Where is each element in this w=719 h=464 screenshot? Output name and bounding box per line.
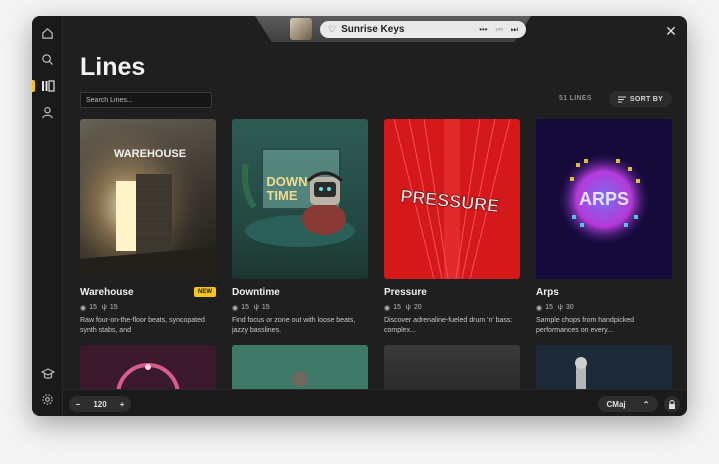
library-icon[interactable] [39, 77, 56, 94]
card-row2-2[interactable] [232, 345, 368, 389]
tempo-control: − 120 + [69, 396, 131, 412]
now-playing-bar[interactable]: ♡ Sunrise Keys ••• ⏮ ⏭ [320, 21, 526, 38]
samples-count: 15 [109, 304, 118, 311]
new-badge: NEW [194, 287, 216, 297]
card-title[interactable]: Pressure [384, 287, 520, 299]
sidebar-active-indicator [32, 80, 35, 92]
packs-icon: ◉ [232, 304, 239, 312]
tempo-increase-button[interactable]: + [120, 400, 125, 409]
card-meta: ◉ 15 ψ 15 [80, 303, 216, 312]
more-icon[interactable]: ••• [479, 25, 487, 35]
samples-icon: ψ [557, 304, 563, 311]
card-meta: ◉ 15 ψ 30 [536, 303, 672, 312]
card-artwork[interactable]: PRESSURE [384, 119, 520, 279]
card-downtime[interactable]: DOWN TIME Downtime ◉ 15 ψ 15 Find focus … [232, 119, 368, 336]
card-description: Raw four-on-the-floor beats, syncopated … [80, 317, 205, 334]
card-meta: ◉ 15 ψ 15 [232, 303, 368, 312]
card-row2-1[interactable] [80, 345, 216, 389]
samples-count: 20 [413, 304, 422, 311]
card-meta: ◉ 15 ψ 20 [384, 303, 520, 312]
card-arps[interactable]: ARPS Arps ◉ 15 ψ 30 Sample chops from ha… [536, 119, 672, 336]
bottom-bar: − 120 + CMaj ⌃ [63, 389, 687, 416]
home-icon[interactable] [39, 25, 56, 42]
next-icon[interactable]: ⏭ [511, 25, 518, 35]
card-title[interactable]: Downtime [232, 287, 368, 299]
packs-icon: ◉ [384, 304, 391, 312]
downtime-sign-2: TIME [266, 188, 297, 203]
packs-count: 15 [89, 304, 97, 311]
card-description: Discover adrenaline-fueled drum 'n' bass… [384, 317, 513, 334]
lock-icon[interactable] [664, 396, 680, 412]
card-pressure[interactable]: PRESSURE Pressure ◉ 15 ψ 20 Discover adr… [384, 119, 520, 336]
packs-count: 15 [393, 304, 401, 311]
search-input[interactable] [80, 92, 212, 108]
card-artwork[interactable]: WAREHOUSE [80, 119, 216, 279]
user-icon[interactable] [39, 104, 56, 121]
samples-icon: ψ [405, 304, 411, 311]
close-icon[interactable]: ✕ [664, 24, 678, 38]
packs-icon: ◉ [80, 304, 87, 312]
graduation-cap-icon[interactable] [39, 365, 56, 382]
app-window: ♡ Sunrise Keys ••• ⏮ ⏭ ✕ Lines 51 LINES … [32, 16, 687, 416]
main-content: ♡ Sunrise Keys ••• ⏮ ⏭ ✕ Lines 51 LINES … [63, 16, 687, 389]
card-row2-4[interactable] [536, 345, 672, 389]
card-description: Sample chops from handpicked performance… [536, 317, 635, 334]
arps-sign: ARPS [579, 189, 629, 209]
samples-icon: ψ [101, 304, 107, 311]
packs-icon: ◉ [536, 304, 543, 312]
packs-count: 15 [545, 304, 553, 311]
results-count: 51 LINES [559, 95, 592, 102]
samples-icon: ψ [253, 304, 259, 311]
key-value: CMaj [606, 399, 626, 409]
card-artwork[interactable]: ARPS [536, 119, 672, 279]
card-artwork[interactable]: DOWN TIME [232, 119, 368, 279]
samples-count: 15 [261, 304, 270, 311]
packs-count: 15 [241, 304, 249, 311]
chevron-up-icon: ⌃ [642, 399, 650, 409]
card-title[interactable]: Arps [536, 287, 672, 299]
heart-icon[interactable]: ♡ [328, 24, 336, 35]
now-playing-artwork[interactable] [290, 18, 312, 40]
key-selector[interactable]: CMaj ⌃ [598, 396, 658, 412]
tempo-decrease-button[interactable]: − [76, 400, 81, 409]
sort-by-label: SORT BY [629, 95, 664, 103]
sort-by-button[interactable]: SORT BY [609, 91, 672, 107]
downtime-sign-1: DOWN [266, 174, 307, 189]
now-playing-title: Sunrise Keys [341, 24, 405, 35]
warehouse-sign: WAREHOUSE [114, 148, 186, 160]
gear-icon[interactable] [39, 391, 56, 408]
card-row2-3[interactable] [384, 345, 520, 389]
card-description: Find focus or zone out with loose beats,… [232, 317, 356, 334]
tempo-value[interactable]: 120 [93, 400, 106, 409]
page-title: Lines [80, 53, 146, 81]
card-warehouse[interactable]: WAREHOUSE Warehouse NEW ◉ 15 ψ 15 Raw fo… [80, 119, 216, 336]
sort-icon [617, 96, 626, 102]
sidebar [32, 16, 63, 416]
previous-icon[interactable]: ⏮ [496, 25, 503, 35]
samples-count: 30 [565, 304, 574, 311]
search-icon[interactable] [39, 51, 56, 68]
